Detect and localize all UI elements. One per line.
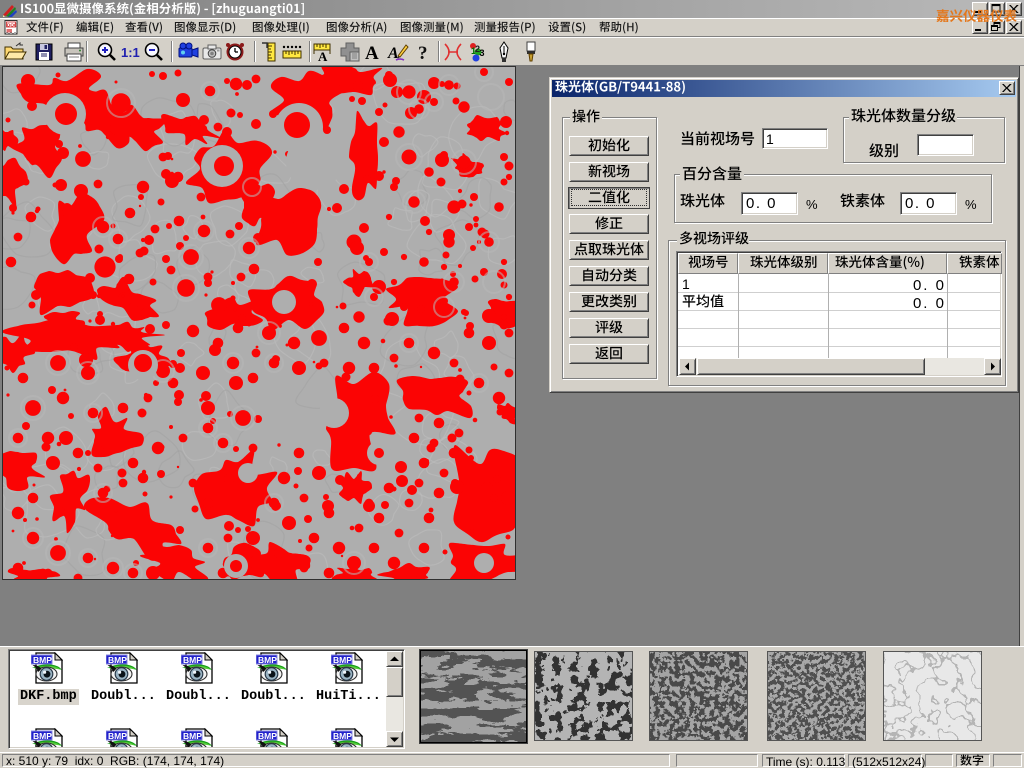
svg-text:3: 3 xyxy=(480,48,485,58)
svg-text:A: A xyxy=(318,49,328,64)
svg-text:2: 2 xyxy=(475,44,480,54)
svg-text:DOC: DOC xyxy=(7,22,18,27)
svg-text:A: A xyxy=(365,43,379,64)
svg-text:?: ? xyxy=(418,43,428,64)
svg-text:1:1: 1:1 xyxy=(121,45,140,60)
